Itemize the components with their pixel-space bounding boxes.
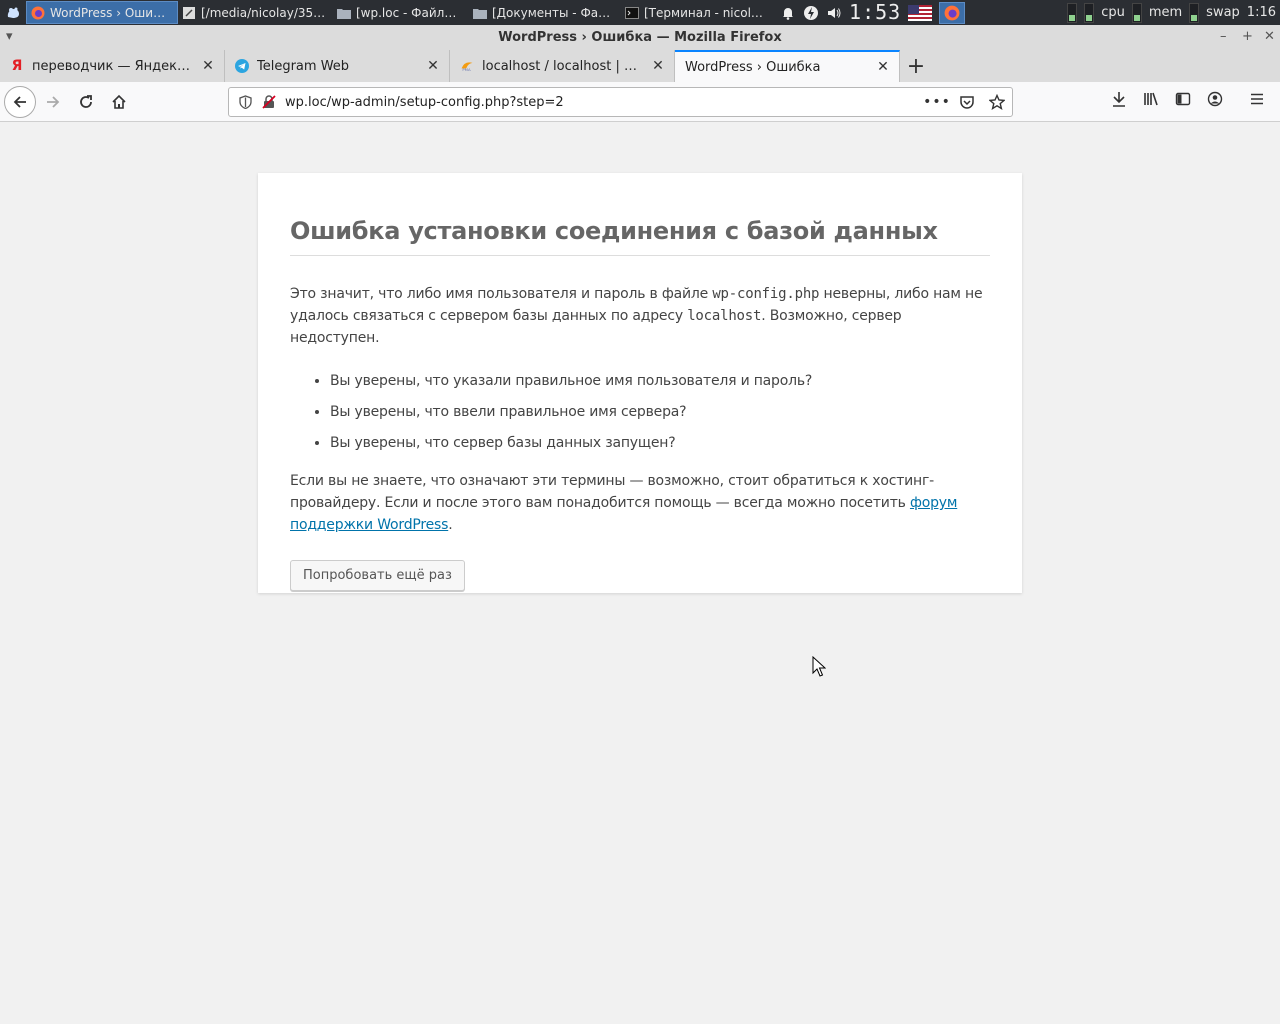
shield-icon[interactable]: [237, 94, 253, 110]
task-label: [wp.loc - Файловый ...: [356, 5, 463, 20]
desktop-panel: WordPress › Ошибк... [/media/nicolay/35f…: [0, 0, 1280, 25]
navigation-toolbar: wp.loc/wp-admin/setup-config.php?step=2 …: [0, 82, 1280, 122]
pocket-icon[interactable]: [958, 93, 976, 111]
power-icon[interactable]: [803, 5, 819, 21]
hamburger-menu-icon[interactable]: [1248, 90, 1266, 108]
arrow-right-icon: [47, 95, 60, 108]
tab-wordpress[interactable]: WordPress › Ошибка ✕: [675, 50, 900, 82]
text: Это значит, что либо имя пользователя и …: [290, 286, 713, 302]
list-item: Вы уверены, что ввели правильное имя сер…: [330, 401, 990, 423]
task-file-manager-docs[interactable]: [Документы - Файл...: [469, 0, 621, 25]
close-tab-icon[interactable]: ✕: [425, 58, 441, 74]
svg-text:PMA: PMA: [462, 67, 471, 72]
reload-button[interactable]: [70, 86, 102, 118]
volume-icon[interactable]: [826, 5, 842, 21]
list-item: Вы уверены, что сервер базы данных запущ…: [330, 432, 990, 454]
yandex-icon: Я: [11, 58, 23, 74]
terminal-icon: [625, 6, 639, 20]
tab-title: Telegram Web: [257, 58, 350, 74]
home-button[interactable]: [103, 86, 135, 118]
text-editor-icon: [182, 6, 196, 20]
help-paragraph: Если вы не знаете, что означают эти терм…: [290, 470, 990, 536]
mem-graph-icon: [1131, 2, 1142, 23]
close-tab-icon[interactable]: ✕: [875, 59, 891, 75]
cpu-graph-icon: [1067, 2, 1078, 23]
mem-label: mem: [1148, 5, 1183, 20]
close-tab-icon[interactable]: ✕: [650, 58, 666, 74]
page-title: Ошибка установки соединения с базой данн…: [290, 217, 990, 256]
firefox-icon: [31, 6, 45, 20]
home-icon: [112, 94, 126, 109]
task-label: [/media/nicolay/35fd...: [201, 5, 327, 20]
bookmark-star-icon[interactable]: [988, 93, 1006, 111]
task-firefox[interactable]: WordPress › Ошибк...: [26, 1, 178, 24]
config-file-code: wp-config.php: [712, 286, 820, 302]
arrow-left-icon: [13, 95, 26, 108]
task-label: [Терминал - nicolay...: [644, 5, 767, 20]
reload-icon: [80, 94, 92, 108]
url-text[interactable]: wp.loc/wp-admin/setup-config.php?step=2: [285, 95, 564, 110]
firefox-tray-icon[interactable]: [939, 1, 966, 24]
list-item: Вы уверены, что указали правильное имя п…: [330, 370, 990, 392]
task-text-editor[interactable]: [/media/nicolay/35fd...: [178, 0, 333, 25]
page-content: Ошибка установки соединения с базой данн…: [0, 123, 1280, 1024]
swap-graph-icon: [1189, 2, 1200, 23]
plus-icon: +: [906, 53, 926, 79]
swap-label: swap: [1206, 5, 1240, 20]
applications-menu-icon[interactable]: [0, 0, 26, 25]
tab-strip: Я переводчик — Яндекс: нашлось ✕ Telegra…: [0, 50, 1280, 82]
tab-yandex[interactable]: Я переводчик — Яндекс: нашлось ✕: [0, 50, 225, 82]
window-titlebar[interactable]: ▾ WordPress › Ошибка — Mozilla Firefox –…: [0, 25, 1280, 50]
task-terminal[interactable]: [Терминал - nicolay...: [621, 0, 773, 25]
notification-bell-icon[interactable]: [780, 5, 796, 21]
keyboard-layout-flag-icon[interactable]: [908, 4, 933, 21]
system-tray: 1:53 cpu mem swap 1:16: [780, 0, 1280, 25]
new-tab-button[interactable]: +: [900, 50, 932, 82]
checklist: Вы уверены, что указали правильное имя п…: [330, 370, 990, 454]
tab-telegram[interactable]: Telegram Web ✕: [225, 50, 450, 82]
back-button[interactable]: [4, 85, 36, 118]
close-tab-icon[interactable]: ✕: [200, 58, 216, 74]
toolbar-right: [1110, 90, 1266, 108]
task-label: WordPress › Ошибк...: [50, 5, 171, 20]
tab-phpmyadmin[interactable]: PMA localhost / localhost | phpMyAdmin ✕: [450, 50, 675, 82]
task-label: [Документы - Файл...: [492, 5, 615, 20]
cpu-graph-icon: [1084, 2, 1095, 23]
downloads-icon[interactable]: [1110, 90, 1128, 108]
page-actions-icon[interactable]: •••: [923, 93, 950, 111]
retry-button[interactable]: Попробовать ещё раз: [290, 560, 465, 591]
tab-title: переводчик — Яндекс: нашлось: [32, 58, 192, 74]
minimize-icon[interactable]: –: [1220, 29, 1227, 44]
text: .: [448, 517, 453, 533]
folder-icon: [473, 6, 487, 20]
host-code: localhost: [687, 308, 762, 324]
folder-icon: [337, 6, 351, 20]
library-icon[interactable]: [1142, 90, 1160, 108]
cpu-label: cpu: [1101, 5, 1125, 20]
text: Если вы не знаете, что означают эти терм…: [290, 473, 935, 511]
insecure-lock-icon[interactable]: [261, 94, 277, 110]
window-menu-icon[interactable]: ▾: [6, 29, 13, 44]
error-description: Это значит, что либо имя пользователя и …: [290, 283, 990, 349]
account-icon[interactable]: [1206, 90, 1224, 108]
mouse-cursor-icon: [812, 656, 826, 677]
forward-button[interactable]: [37, 86, 69, 118]
sidebar-icon[interactable]: [1174, 90, 1192, 108]
close-window-icon[interactable]: ✕: [1264, 29, 1275, 44]
panel-clock-large: 1:53: [849, 0, 902, 24]
tab-title: localhost / localhost | phpMyAdmin: [482, 58, 642, 74]
telegram-icon: [235, 59, 249, 73]
maximize-icon[interactable]: +: [1242, 29, 1253, 44]
error-card: Ошибка установки соединения с базой данн…: [258, 173, 1022, 593]
window-title: WordPress › Ошибка — Mozilla Firefox: [498, 30, 782, 45]
panel-clock: 1:16: [1246, 5, 1276, 20]
url-bar[interactable]: wp.loc/wp-admin/setup-config.php?step=2 …: [228, 87, 1013, 117]
phpmyadmin-icon: PMA: [460, 59, 474, 73]
tab-title: WordPress › Ошибка: [685, 59, 821, 75]
task-file-manager-wp[interactable]: [wp.loc - Файловый ...: [333, 0, 469, 25]
